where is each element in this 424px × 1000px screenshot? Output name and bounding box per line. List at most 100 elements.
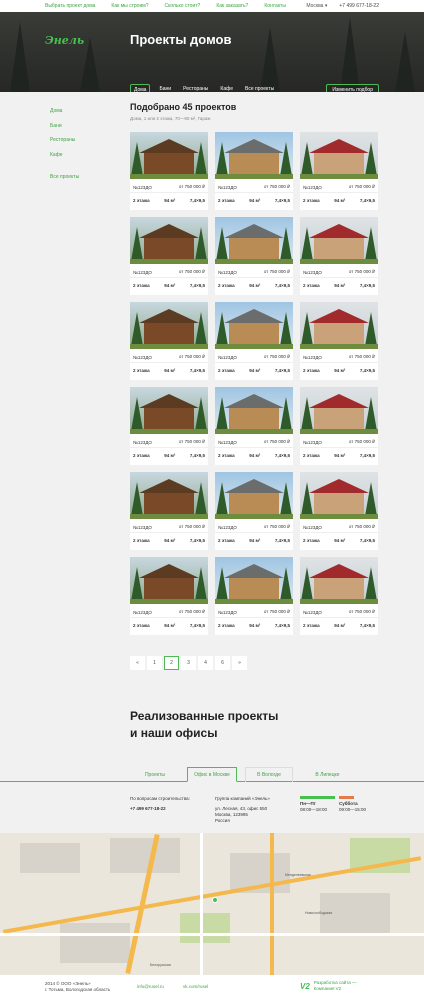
project-card[interactable]: №123ДО от 750 000 ₽ 2 этажа 94 м² 7,4×9,5 (130, 132, 208, 210)
project-photo[interactable] (130, 302, 208, 349)
project-price: от 750 000 ₽ (263, 269, 290, 274)
project-id[interactable]: №123ДО (303, 440, 322, 445)
nav-choose-project[interactable]: Выбрать проект дома (45, 3, 95, 9)
project-id[interactable]: №123ДО (218, 610, 237, 615)
project-card[interactable]: №123ДО от 750 000 ₽ 2 этажа 94 м² 7,4×9,5 (300, 302, 378, 380)
tab-office-lipetsk[interactable]: В Липецке (305, 767, 350, 782)
tab-all-projects[interactable]: Все проекты (242, 84, 277, 92)
project-card[interactable]: №123ДО от 750 000 ₽ 2 этажа 94 м² 7,4×9,5 (130, 472, 208, 550)
change-filter-button[interactable]: Изменить подбор (326, 84, 379, 92)
project-photo[interactable] (130, 557, 208, 604)
project-card[interactable]: №123ДО от 750 000 ₽ 2 этажа 94 м² 7,4×9,5 (130, 302, 208, 380)
pagination-page-current[interactable]: 2 (164, 656, 179, 670)
card-specs-row: 2 этажа 94 м² 7,4×9,5 (300, 618, 378, 632)
project-card[interactable]: №123ДО от 750 000 ₽ 2 этажа 94 м² 7,4×9,5 (215, 302, 293, 380)
footer-email[interactable]: info@rusel.ru (137, 984, 164, 989)
project-card[interactable]: №123ДО от 750 000 ₽ 2 этажа 94 м² 7,4×9,5 (300, 132, 378, 210)
project-id[interactable]: №123ДО (218, 525, 237, 530)
project-card[interactable]: №123ДО от 750 000 ₽ 2 этажа 94 м² 7,4×9,5 (300, 387, 378, 465)
project-card[interactable]: №123ДО от 750 000 ₽ 2 этажа 94 м² 7,4×9,5 (300, 217, 378, 295)
project-photo[interactable] (300, 132, 378, 179)
project-id[interactable]: №123ДО (133, 525, 152, 530)
project-id[interactable]: №123ДО (218, 440, 237, 445)
project-id[interactable]: №123ДО (303, 525, 322, 530)
developer-credit[interactable]: V2 Разработка сайта — Компания V2 (300, 980, 357, 992)
project-card[interactable]: №123ДО от 750 000 ₽ 2 этажа 94 м² 7,4×9,5 (130, 387, 208, 465)
pagination-prev[interactable]: « (130, 656, 145, 670)
pagination-page[interactable]: 4 (198, 656, 213, 670)
project-card[interactable]: №123ДО от 750 000 ₽ 2 этажа 94 м² 7,4×9,5 (130, 557, 208, 635)
card-specs-row: 2 этажа 94 м² 7,4×9,5 (215, 193, 293, 207)
tab-office-moscow[interactable]: Офис в Москве (187, 767, 237, 782)
project-id[interactable]: №123ДО (133, 440, 152, 445)
sidebar-item-houses[interactable]: Дома (50, 108, 79, 114)
project-photo[interactable] (300, 557, 378, 604)
project-photo[interactable] (130, 387, 208, 434)
project-id[interactable]: №123ДО (218, 270, 237, 275)
project-card[interactable]: №123ДО от 750 000 ₽ 2 этажа 94 м² 7,4×9,5 (300, 557, 378, 635)
pagination-page[interactable]: 3 (181, 656, 196, 670)
site-logo[interactable]: Энель (45, 34, 84, 47)
project-id[interactable]: №123ДО (218, 355, 237, 360)
footer-vk[interactable]: vk.com/rusel (183, 984, 208, 989)
project-card[interactable]: №123ДО от 750 000 ₽ 2 этажа 94 м² 7,4×9,5 (130, 217, 208, 295)
nav-contacts[interactable]: Контакты (264, 3, 286, 9)
photo-house (314, 408, 364, 430)
project-id[interactable]: №123ДО (133, 185, 152, 190)
card-title-row: №123ДО от 750 000 ₽ (130, 349, 208, 363)
project-card[interactable]: №123ДО от 750 000 ₽ 2 этажа 94 м² 7,4×9,5 (215, 132, 293, 210)
nav-how-to-order[interactable]: Как заказать? (216, 3, 248, 9)
project-photo[interactable] (300, 217, 378, 264)
project-id[interactable]: №123ДО (303, 270, 322, 275)
tab-projects[interactable]: Проекты (140, 767, 170, 782)
project-card[interactable]: №123ДО от 750 000 ₽ 2 этажа 94 м² 7,4×9,5 (215, 217, 293, 295)
project-photo[interactable] (130, 472, 208, 519)
office-map-pin-icon[interactable] (212, 897, 218, 903)
project-photo[interactable] (215, 557, 293, 604)
project-id[interactable]: №123ДО (303, 355, 322, 360)
sidebar-item-all[interactable]: Все проекты (50, 174, 79, 180)
project-card[interactable]: №123ДО от 750 000 ₽ 2 этажа 94 м² 7,4×9,5 (215, 387, 293, 465)
project-id[interactable]: №123ДО (133, 270, 152, 275)
project-card[interactable]: №123ДО от 750 000 ₽ 2 этажа 94 м² 7,4×9,5 (215, 472, 293, 550)
project-floors: 2 этажа (218, 452, 235, 458)
tab-houses[interactable]: Дома (130, 84, 151, 92)
project-photo[interactable] (300, 387, 378, 434)
project-photo[interactable] (215, 217, 293, 264)
project-photo[interactable] (300, 302, 378, 349)
nav-how-we-build[interactable]: Как мы строим? (111, 3, 148, 9)
project-photo[interactable] (215, 132, 293, 179)
project-id[interactable]: №123ДО (303, 185, 322, 190)
map-label: Менделеевская (285, 873, 311, 877)
office-map[interactable]: Менделеевская Новослободская Белорусская (0, 833, 424, 975)
tab-baths[interactable]: Бани (156, 84, 174, 92)
project-photo[interactable] (215, 302, 293, 349)
card-title-row: №123ДО от 750 000 ₽ (215, 434, 293, 448)
sidebar-item-restaurants[interactable]: Рестораны (50, 137, 79, 143)
nav-price[interactable]: Сколько стоит? (164, 3, 200, 9)
city-selector[interactable]: Москва ▾ (306, 3, 327, 9)
tab-cafe[interactable]: Кафе (217, 84, 236, 92)
project-photo[interactable] (215, 472, 293, 519)
project-id[interactable]: №123ДО (303, 610, 322, 615)
project-photo[interactable] (300, 472, 378, 519)
sidebar-item-cafe[interactable]: Кафе (50, 152, 79, 158)
pagination-page[interactable]: 1 (147, 656, 162, 670)
project-area: 94 м² (164, 537, 176, 543)
project-id[interactable]: №123ДО (133, 610, 152, 615)
pagination-next[interactable]: » (232, 656, 247, 670)
project-photo[interactable] (215, 387, 293, 434)
project-photo[interactable] (130, 132, 208, 179)
card-specs-row: 2 этажа 94 м² 7,4×9,5 (130, 278, 208, 292)
project-card[interactable]: №123ДО от 750 000 ₽ 2 этажа 94 м² 7,4×9,5 (300, 472, 378, 550)
card-specs-row: 2 этажа 94 м² 7,4×9,5 (130, 533, 208, 547)
sidebar-item-baths[interactable]: Бани (50, 123, 79, 129)
photo-grass (130, 599, 208, 604)
tab-office-vologda[interactable]: В Вологде (245, 767, 293, 782)
project-id[interactable]: №123ДО (133, 355, 152, 360)
project-photo[interactable] (130, 217, 208, 264)
tab-restaurants[interactable]: Рестораны (180, 84, 211, 92)
project-id[interactable]: №123ДО (218, 185, 237, 190)
project-card[interactable]: №123ДО от 750 000 ₽ 2 этажа 94 м² 7,4×9,5 (215, 557, 293, 635)
pagination-page[interactable]: 6 (215, 656, 230, 670)
